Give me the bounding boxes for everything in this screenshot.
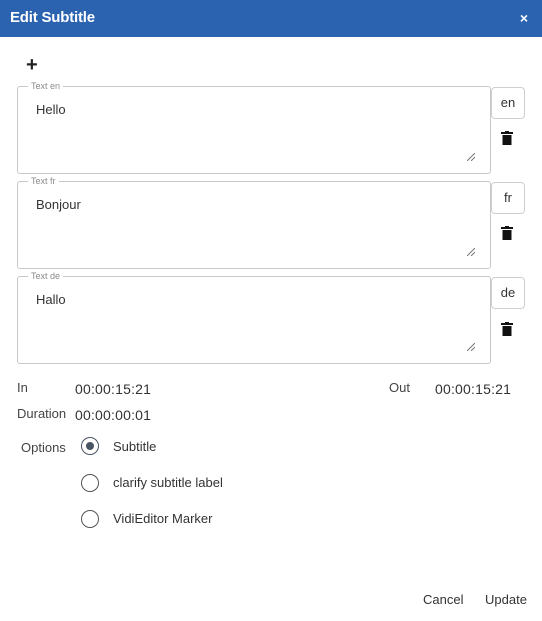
duration-value: 00:00:00:01 bbox=[75, 407, 152, 423]
in-label: In bbox=[17, 380, 28, 395]
lang-en-button[interactable]: en bbox=[491, 87, 525, 119]
trash-icon[interactable] bbox=[501, 131, 513, 145]
text-fr-value[interactable]: Bonjour bbox=[36, 197, 81, 212]
text-de-field[interactable]: Text de Hallo bbox=[17, 270, 491, 364]
cancel-button[interactable]: Cancel bbox=[423, 592, 463, 607]
text-de-value[interactable]: Hallo bbox=[36, 292, 66, 307]
out-label: Out bbox=[389, 380, 410, 395]
options-label: Options bbox=[21, 440, 66, 455]
radio-vidieditor-marker-label[interactable]: VidiEditor Marker bbox=[113, 511, 212, 526]
update-button[interactable]: Update bbox=[485, 592, 527, 607]
text-en-field[interactable]: Text en Hello bbox=[17, 80, 491, 174]
text-en-value[interactable]: Hello bbox=[36, 102, 66, 117]
edit-subtitle-dialog: Edit Subtitle × + Text en Hello en Text … bbox=[0, 0, 542, 621]
radio-subtitle[interactable] bbox=[81, 437, 99, 455]
add-text-button[interactable]: + bbox=[26, 55, 38, 75]
radio-subtitle-label[interactable]: Subtitle bbox=[113, 439, 156, 454]
dialog-titlebar: Edit Subtitle × bbox=[0, 0, 542, 37]
resize-handle-icon[interactable] bbox=[467, 153, 475, 161]
trash-icon[interactable] bbox=[501, 322, 513, 336]
trash-icon[interactable] bbox=[501, 226, 513, 240]
out-value: 00:00:15:21 bbox=[435, 381, 512, 397]
lang-de-button[interactable]: de bbox=[491, 277, 525, 309]
dialog-title: Edit Subtitle bbox=[10, 9, 95, 26]
lang-fr-button[interactable]: fr bbox=[491, 182, 525, 214]
duration-label: Duration bbox=[17, 406, 67, 421]
text-fr-legend: Text fr bbox=[28, 175, 59, 187]
radio-clarify-subtitle-label-text[interactable]: clarify subtitle label bbox=[113, 475, 223, 490]
text-de-legend: Text de bbox=[28, 270, 64, 282]
text-en-legend: Text en bbox=[28, 80, 64, 92]
resize-handle-icon[interactable] bbox=[467, 343, 475, 351]
in-value: 00:00:15:21 bbox=[75, 381, 152, 397]
text-fr-field[interactable]: Text fr Bonjour bbox=[17, 175, 491, 269]
resize-handle-icon[interactable] bbox=[467, 248, 475, 256]
radio-clarify-subtitle-label[interactable] bbox=[81, 474, 99, 492]
close-icon[interactable]: × bbox=[520, 9, 528, 27]
radio-vidieditor-marker[interactable] bbox=[81, 510, 99, 528]
